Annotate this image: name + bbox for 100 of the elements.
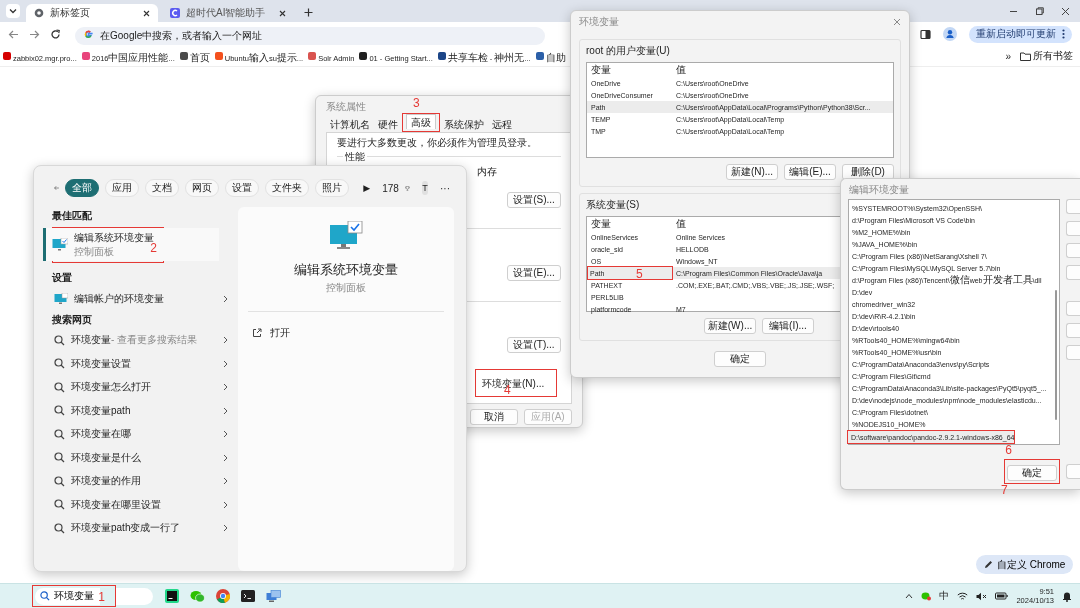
- column-header: 值: [675, 217, 686, 231]
- ok-button[interactable]: 确定: [714, 351, 766, 367]
- dialog-button[interactable]: 新建(W)...: [704, 318, 756, 334]
- dialog-tab[interactable]: 计算机名: [326, 117, 374, 132]
- taskbar-search-field[interactable]: 环境变量: [35, 587, 100, 605]
- search-icon: [54, 499, 65, 511]
- search-icon: [54, 475, 65, 487]
- address-bar[interactable]: 在Google中搜索，或者输入一个网址: [75, 26, 545, 45]
- step-number: 5: [636, 268, 643, 280]
- terminal-app-icon[interactable]: [241, 590, 255, 602]
- wifi-icon[interactable]: [957, 591, 969, 601]
- side-panel-icon[interactable]: [920, 28, 931, 40]
- dialog-tab[interactable]: 远程: [488, 117, 516, 132]
- web-search-result[interactable]: 环境变量怎么打开: [46, 375, 232, 399]
- close-icon[interactable]: [279, 9, 286, 17]
- chevron-right-icon: [223, 359, 228, 368]
- dialog-tab[interactable]: 高级: [406, 114, 436, 129]
- settings-button[interactable]: 设置(E)...: [507, 264, 561, 281]
- search-icon: [54, 522, 65, 534]
- customize-chrome-button[interactable]: 自定义 Chrome: [976, 555, 1074, 574]
- browser-app-icon[interactable]: [216, 589, 230, 603]
- search-field-background: [115, 587, 153, 605]
- profile-icon[interactable]: [943, 27, 957, 41]
- settings-button[interactable]: 设置(S)...: [507, 192, 561, 209]
- battery-icon[interactable]: [995, 592, 1009, 600]
- caret-icon: [9, 8, 17, 14]
- notification-bell-icon[interactable]: [1062, 590, 1072, 602]
- points-count: 178: [382, 182, 399, 194]
- filter-chip[interactable]: 应用: [105, 179, 140, 197]
- filter-chip[interactable]: 网页: [185, 179, 220, 197]
- open-external-icon: [252, 328, 262, 338]
- browser-tab[interactable]: 新标签页: [26, 4, 158, 22]
- monitor-icon: [52, 237, 68, 252]
- restore-icon[interactable]: [1035, 7, 1044, 16]
- update-button[interactable]: 重新启动即可更新: [969, 25, 1072, 43]
- all-bookmarks-button[interactable]: 所有书签: [1019, 49, 1074, 63]
- chevron-right-icon: [223, 430, 228, 439]
- chevron-right-icon: [223, 453, 228, 462]
- remote-desktop-app-icon[interactable]: [266, 589, 281, 603]
- step-number: 3: [413, 97, 420, 109]
- column-header: 变量: [590, 217, 612, 231]
- search-icon: [54, 405, 65, 417]
- chevron-right-icon: [223, 406, 228, 415]
- section-heading: 设置: [51, 271, 73, 285]
- web-search-result[interactable]: 环境变量path: [46, 399, 232, 423]
- open-action[interactable]: 打开: [252, 326, 290, 340]
- web-search-result[interactable]: 环境变量设置: [46, 352, 232, 376]
- web-search-result[interactable]: 环境变量在哪: [46, 422, 232, 446]
- bookmark[interactable]: 自助: [534, 47, 567, 65]
- filter-chip[interactable]: 文件夹: [265, 179, 310, 197]
- search-icon: [54, 428, 65, 440]
- ok-button[interactable]: 确定: [1007, 465, 1057, 481]
- chat-tray-icon[interactable]: [921, 591, 932, 601]
- group-label: root 的用户变量(U): [586, 44, 671, 58]
- tab-search-button[interactable]: [6, 4, 20, 18]
- web-search-result[interactable]: 环境变量的作用: [46, 469, 232, 493]
- forward-icon[interactable]: [29, 28, 40, 40]
- speaker-muted-icon[interactable]: [976, 591, 988, 601]
- dialog-button[interactable]: 新建(N)...: [726, 164, 778, 180]
- reload-icon[interactable]: [50, 28, 61, 40]
- settings-result[interactable]: 编辑帐户的环境变量: [46, 287, 232, 311]
- dialog-title: 编辑环境变量: [848, 183, 910, 197]
- dialog-tab[interactable]: 系统保护: [440, 117, 488, 132]
- filter-chip[interactable]: 文档: [145, 179, 180, 197]
- letter-c-favicon-icon: [170, 8, 180, 18]
- ide-app-icon[interactable]: [165, 589, 179, 603]
- settings-button[interactable]: 设置(T)...: [507, 337, 561, 353]
- new-tab-icon[interactable]: [304, 8, 313, 17]
- step-number: 6: [1005, 444, 1012, 456]
- chevron-up-icon[interactable]: [905, 593, 914, 599]
- more-options-button[interactable]: ···: [440, 182, 450, 194]
- section-heading: 最佳匹配: [51, 209, 93, 223]
- search-icon: [40, 591, 50, 601]
- dialog-title: 环境变量: [579, 15, 619, 29]
- web-search-result[interactable]: 环境变量path变成一行了: [46, 516, 232, 540]
- section-heading: 搜索网页: [51, 312, 93, 327]
- web-search-result[interactable]: 环境变量- 查看更多搜索结果: [46, 328, 232, 352]
- dialog-button[interactable]: 编辑(I)...: [762, 318, 814, 334]
- more-filters-button[interactable]: ▶: [363, 183, 371, 193]
- filter-chip[interactable]: 照片: [315, 179, 350, 197]
- dialog-tab[interactable]: 硬件: [374, 117, 402, 132]
- filter-chip[interactable]: 设置: [225, 179, 260, 197]
- more-icon[interactable]: [1062, 29, 1065, 39]
- filter-chip[interactable]: 全部: [65, 179, 100, 197]
- user-avatar[interactable]: T: [421, 181, 428, 195]
- input-method-indicator[interactable]: 中: [939, 589, 950, 603]
- web-search-result[interactable]: 环境变量在哪里设置: [46, 493, 232, 517]
- bookmark[interactable]: 首页: [178, 47, 211, 65]
- search-icon: [54, 334, 65, 346]
- result-title: 编辑系统环境变量: [74, 230, 154, 243]
- scrollbar[interactable]: [1055, 290, 1057, 420]
- bookmarks-overflow[interactable]: »: [1005, 50, 1011, 62]
- close-icon[interactable]: [1061, 7, 1070, 16]
- back-icon[interactable]: [8, 28, 19, 40]
- dialog-button[interactable]: 编辑(E)...: [784, 164, 836, 180]
- dialog-button[interactable]: 取消: [470, 409, 518, 425]
- search-icon: [54, 452, 65, 464]
- web-search-result[interactable]: 环境变量是什么: [46, 446, 232, 470]
- close-icon[interactable]: [143, 9, 150, 17]
- browser-tab[interactable]: 超时代AI智能助手: [162, 4, 294, 22]
